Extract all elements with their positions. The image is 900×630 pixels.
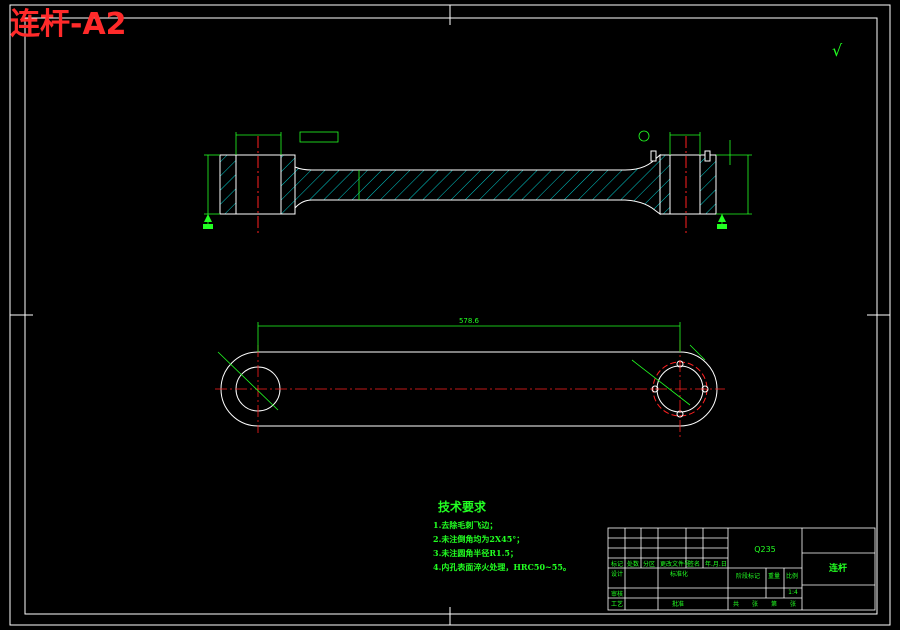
surface-roughness-symbol: √ bbox=[832, 41, 843, 60]
center-distance-dim: 578.6 bbox=[459, 317, 480, 325]
tb-label-0: 标记 bbox=[611, 560, 623, 568]
right-boss-bore bbox=[669, 154, 701, 215]
title-block-text: Q235 连杆 1:4 标记 处数 分区 更改文件号 签名 年.月.日 设计 标… bbox=[611, 545, 847, 608]
tb-label-10: 比例 bbox=[786, 572, 798, 580]
tb-label-11: 审核 bbox=[611, 590, 623, 598]
tb-label-4: 签名 bbox=[688, 560, 700, 568]
requirement-item: 2.未注倒角均为2X45°； bbox=[433, 534, 525, 544]
tb-label-3: 更改文件号 bbox=[660, 560, 690, 568]
tb-label-12: 工艺 bbox=[611, 600, 623, 608]
tb-label-7: 标准化 bbox=[670, 570, 688, 578]
top-view: 578.6 bbox=[215, 317, 725, 438]
sheet-title-stamp: 连杆-A2 bbox=[10, 7, 127, 42]
tb-label-13: 批准 bbox=[672, 600, 684, 608]
tb-label-2: 分区 bbox=[643, 560, 655, 568]
scale-label: 1:4 bbox=[788, 589, 798, 596]
tb-label-8: 阶段标记 bbox=[736, 572, 760, 580]
part-name-label: 连杆 bbox=[829, 562, 847, 574]
technical-requirements-title: 技术要求 bbox=[438, 500, 487, 514]
tb-label-5: 年.月.日 bbox=[705, 560, 727, 568]
tb-label-16: 第 bbox=[771, 600, 777, 608]
top-view-centerlines bbox=[215, 340, 725, 438]
tb-label-6: 设计 bbox=[611, 570, 623, 578]
top-view-dimensions bbox=[217, 322, 706, 411]
datum-markers bbox=[203, 214, 727, 229]
left-boss-wall-right bbox=[280, 154, 296, 215]
tb-label-9: 重量 bbox=[768, 572, 780, 580]
tb-label-15: 张 bbox=[752, 600, 758, 608]
tb-label-1: 处数 bbox=[627, 560, 639, 568]
requirement-item: 4.内孔表面淬火处理，HRC50~55。 bbox=[433, 562, 571, 572]
oil-hole-left bbox=[650, 150, 657, 162]
technical-requirements-list: 1.去除毛刺飞边； 2.未注倒角均为2X45°； 3.未注圆角半径R1.5； 4… bbox=[433, 518, 571, 574]
requirement-item: 1.去除毛刺飞边； bbox=[433, 520, 498, 530]
oil-hole-right bbox=[704, 150, 711, 162]
tb-label-14: 共 bbox=[733, 600, 739, 608]
requirement-item: 3.未注圆角半径R1.5； bbox=[433, 548, 518, 558]
tb-label-17: 张 bbox=[790, 600, 796, 608]
right-boss-wall-right bbox=[699, 154, 717, 215]
right-boss-wall-left bbox=[659, 154, 671, 215]
shank-section bbox=[294, 153, 661, 215]
material-label: Q235 bbox=[754, 545, 776, 554]
left-boss-wall-left bbox=[219, 154, 237, 215]
section-view bbox=[203, 130, 752, 234]
